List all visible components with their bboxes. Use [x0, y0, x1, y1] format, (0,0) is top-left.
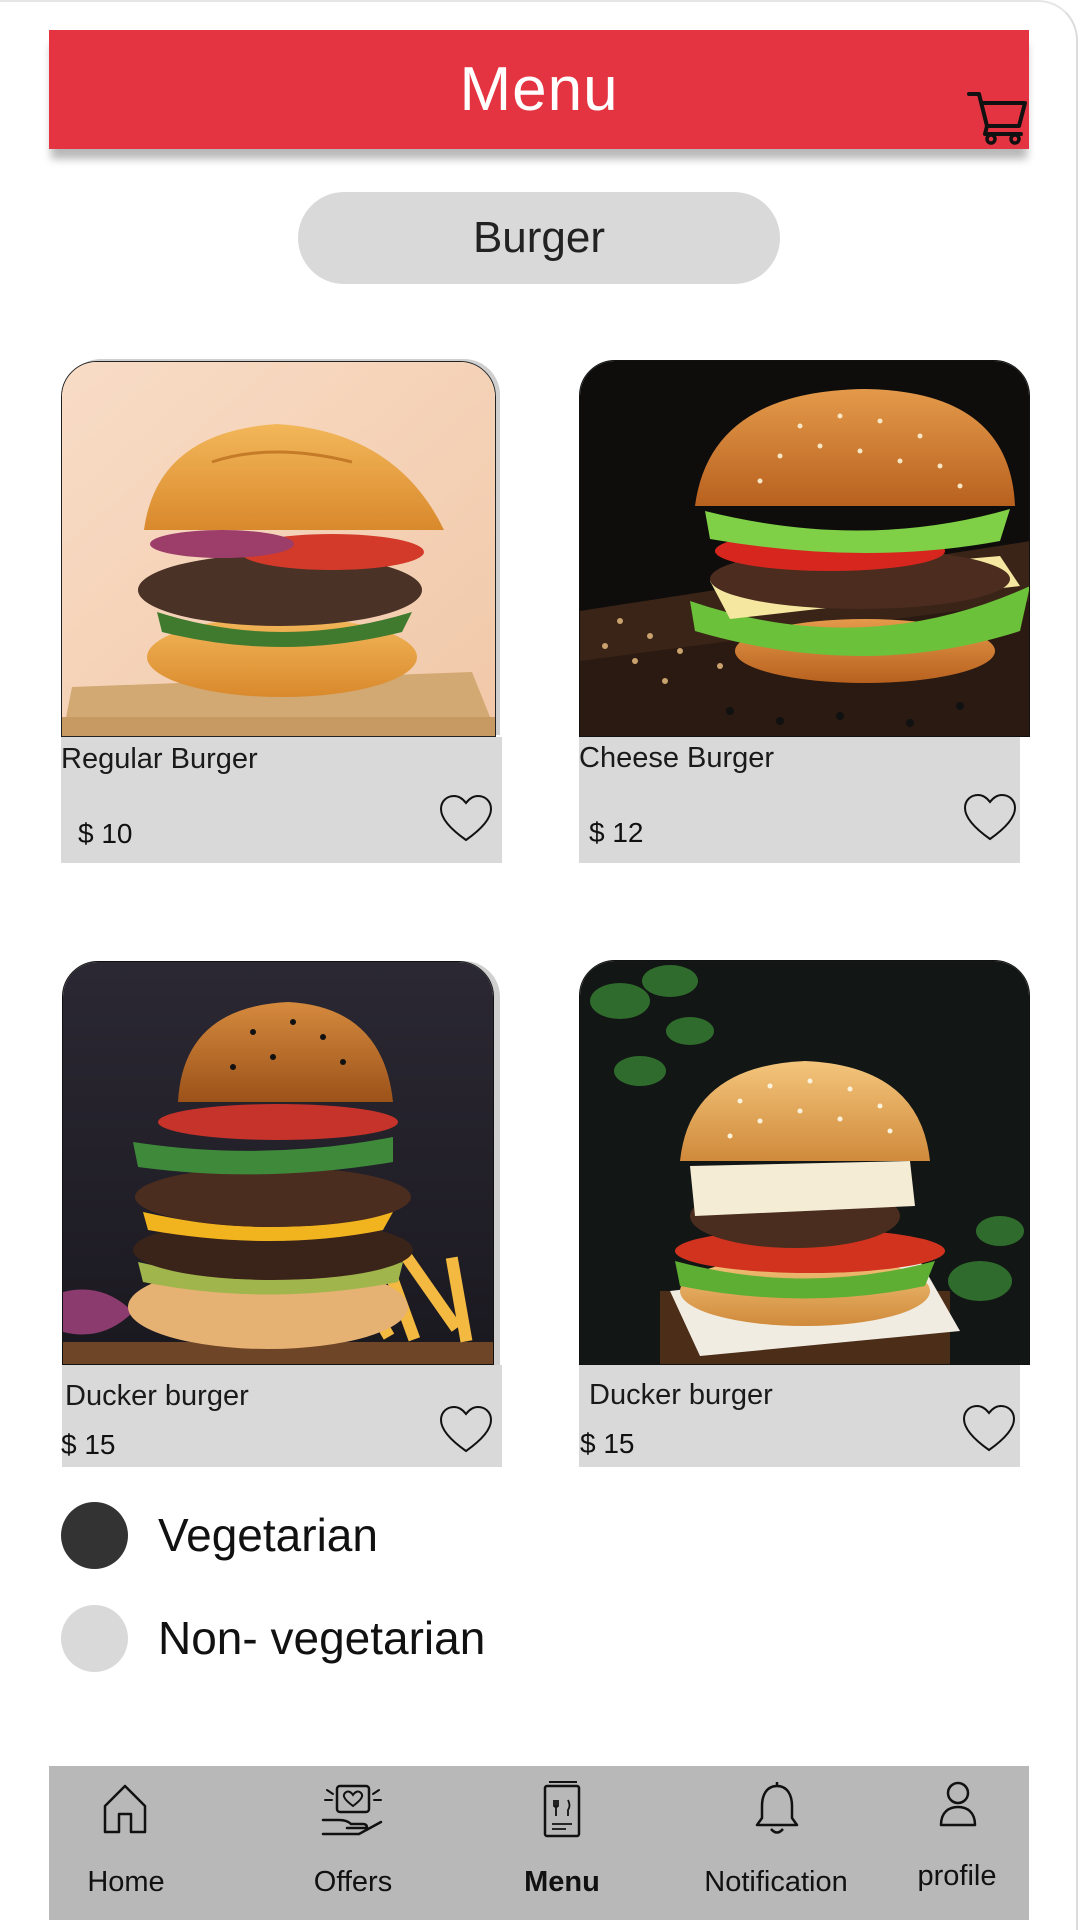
product-info: Regular Burger $ 10 — [61, 737, 502, 863]
favorite-heart-icon[interactable] — [439, 1405, 493, 1455]
home-icon — [103, 1784, 147, 1834]
product-card[interactable]: Ducker burger $ 15 — [61, 961, 502, 1467]
product-info: Ducker burger $ 15 — [61, 1365, 502, 1467]
nav-item-offers[interactable]: Offers — [278, 1766, 428, 1920]
nav-label: Menu — [524, 1866, 600, 1898]
product-name: Ducker burger — [589, 1379, 773, 1411]
filter-non-vegetarian[interactable]: Non- vegetarian — [61, 1605, 521, 1673]
product-card[interactable]: Cheese Burger $ 12 — [579, 360, 1030, 863]
ducker-burger-image — [579, 960, 1030, 1365]
top-app-bar: Menu — [49, 30, 1029, 149]
user-icon — [939, 1781, 977, 1827]
product-price: $ 10 — [78, 818, 133, 849]
page-title: Menu — [459, 55, 619, 124]
product-price: $ 15 — [61, 1429, 116, 1460]
nav-item-home[interactable]: Home — [51, 1766, 201, 1920]
cart-icon[interactable] — [967, 90, 1029, 145]
product-price: $ 12 — [589, 817, 644, 848]
radio-selected-icon[interactable] — [61, 1502, 128, 1569]
favorite-heart-icon[interactable] — [962, 1404, 1016, 1454]
nav-item-notification[interactable]: Notification — [681, 1766, 871, 1920]
bottom-navigation: Home Offers Menu Notification profile — [49, 1766, 1029, 1920]
filter-vegetarian[interactable]: Vegetarian — [61, 1502, 461, 1570]
bell-icon — [755, 1782, 799, 1834]
favorite-heart-icon[interactable] — [963, 793, 1017, 843]
product-card[interactable]: Regular Burger $ 10 — [61, 361, 502, 863]
category-pill[interactable]: Burger — [298, 192, 780, 284]
filter-label: Non- vegetarian — [158, 1612, 486, 1664]
radio-unselected-icon[interactable] — [61, 1605, 128, 1672]
product-info: Cheese Burger $ 12 — [579, 737, 1020, 863]
filter-label: Vegetarian — [158, 1509, 378, 1561]
nav-label: Notification — [704, 1866, 848, 1898]
nav-label: Offers — [313, 1866, 393, 1898]
favorite-heart-icon[interactable] — [439, 794, 493, 844]
product-name: Ducker burger — [65, 1380, 249, 1412]
nav-item-menu[interactable]: Menu — [487, 1766, 637, 1920]
product-name: Cheese Burger — [579, 742, 775, 774]
offers-icon — [321, 1784, 383, 1836]
product-price: $ 15 — [580, 1428, 635, 1459]
menu-book-icon — [543, 1781, 581, 1838]
ducker-burger-image — [62, 961, 494, 1365]
product-info: Ducker burger $ 15 — [579, 1365, 1020, 1467]
cheese-burger-image — [579, 360, 1030, 737]
nav-label: profile — [917, 1860, 997, 1892]
product-name: Regular Burger — [61, 743, 258, 775]
regular-burger-image — [61, 361, 496, 737]
product-card[interactable]: Ducker burger $ 15 — [579, 960, 1030, 1467]
nav-item-profile[interactable]: profile — [892, 1766, 1022, 1920]
nav-label: Home — [87, 1866, 165, 1898]
